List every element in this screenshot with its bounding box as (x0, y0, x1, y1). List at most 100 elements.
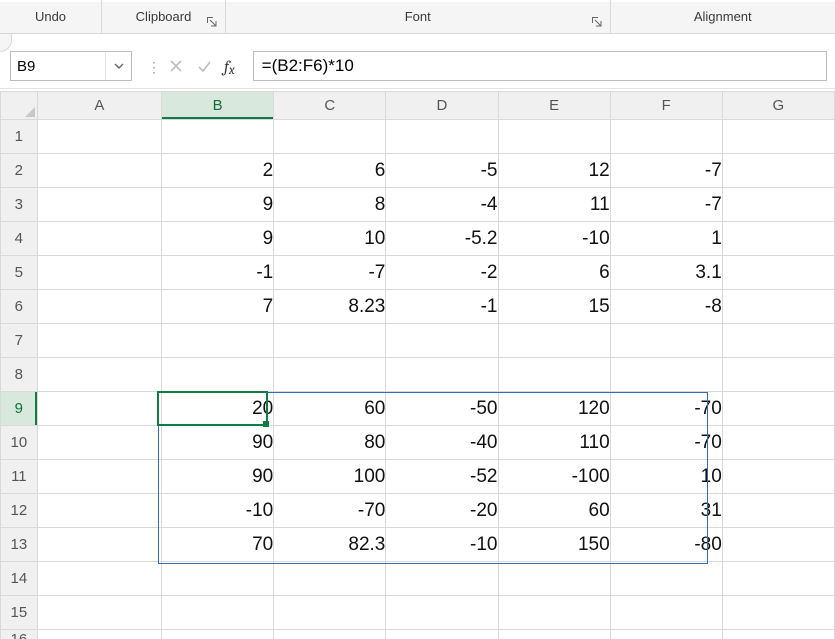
row-header-14[interactable]: 14 (1, 562, 38, 596)
name-box-input[interactable] (11, 58, 91, 75)
dialog-launcher-icon[interactable] (205, 15, 219, 29)
cell-G8[interactable] (722, 358, 834, 392)
cell-C6[interactable]: 8.23 (274, 290, 386, 324)
cell-C10[interactable]: 80 (274, 426, 386, 460)
cell-F14[interactable] (610, 562, 722, 596)
cell-C11[interactable]: 100 (274, 460, 386, 494)
cell-G13[interactable] (722, 528, 834, 562)
cell-F1[interactable] (610, 120, 722, 154)
cell-G14[interactable] (722, 562, 834, 596)
cell-E1[interactable] (498, 120, 610, 154)
dialog-launcher-icon[interactable] (590, 15, 604, 29)
cell-D4[interactable]: -5.2 (386, 222, 498, 256)
cell-C2[interactable]: 6 (274, 154, 386, 188)
cell-E13[interactable]: 150 (498, 528, 610, 562)
cell-G4[interactable] (722, 222, 834, 256)
row-header-11[interactable]: 11 (1, 460, 38, 494)
cell-A10[interactable] (37, 426, 161, 460)
cell-D15[interactable] (386, 596, 498, 630)
cell-G15[interactable] (722, 596, 834, 630)
cell-D8[interactable] (386, 358, 498, 392)
cell-G2[interactable] (722, 154, 834, 188)
cell-G5[interactable] (722, 256, 834, 290)
cell-E2[interactable]: 12 (498, 154, 610, 188)
cell-D12[interactable]: -20 (386, 494, 498, 528)
cell-B16[interactable] (162, 630, 274, 639)
cell-A16[interactable] (37, 630, 161, 639)
col-header-G[interactable]: G (722, 92, 834, 120)
cell-C7[interactable] (274, 324, 386, 358)
vertical-dots-icon[interactable]: ⋮ (146, 51, 162, 84)
cell-A9[interactable] (37, 392, 161, 426)
cell-C16[interactable] (274, 630, 386, 639)
cell-G9[interactable] (722, 392, 834, 426)
cell-D10[interactable]: -40 (386, 426, 498, 460)
enter-icon[interactable] (196, 58, 212, 77)
cell-D16[interactable] (386, 630, 498, 639)
cell-A3[interactable] (37, 188, 161, 222)
cell-A7[interactable] (37, 324, 161, 358)
col-header-C[interactable]: C (274, 92, 386, 120)
cell-C13[interactable]: 82.3 (274, 528, 386, 562)
cell-E3[interactable]: 11 (498, 188, 610, 222)
cell-E14[interactable] (498, 562, 610, 596)
cell-G7[interactable] (722, 324, 834, 358)
cell-B7[interactable] (162, 324, 274, 358)
cell-F9[interactable]: -70 (610, 392, 722, 426)
cell-F7[interactable] (610, 324, 722, 358)
row-header-13[interactable]: 13 (1, 528, 38, 562)
cell-F12[interactable]: 31 (610, 494, 722, 528)
cell-B5[interactable]: -1 (162, 256, 274, 290)
cell-G16[interactable] (722, 630, 834, 639)
cell-E9[interactable]: 120 (498, 392, 610, 426)
cell-B2[interactable]: 2 (162, 154, 274, 188)
cell-C8[interactable] (274, 358, 386, 392)
cell-E6[interactable]: 15 (498, 290, 610, 324)
cell-C9[interactable]: 60 (274, 392, 386, 426)
row-header-16[interactable]: 16 (1, 630, 38, 639)
select-all-corner[interactable] (1, 92, 38, 120)
row-header-5[interactable]: 5 (1, 256, 38, 290)
col-header-F[interactable]: F (610, 92, 722, 120)
row-header-15[interactable]: 15 (1, 596, 38, 630)
cell-E16[interactable] (498, 630, 610, 639)
cell-C1[interactable] (274, 120, 386, 154)
cell-C15[interactable] (274, 596, 386, 630)
row-header-12[interactable]: 12 (1, 494, 38, 528)
row-header-10[interactable]: 10 (1, 426, 38, 460)
cell-A13[interactable] (37, 528, 161, 562)
cell-B9[interactable]: 20 (162, 392, 274, 426)
cell-A12[interactable] (37, 494, 161, 528)
cell-E7[interactable] (498, 324, 610, 358)
cell-F8[interactable] (610, 358, 722, 392)
col-header-D[interactable]: D (386, 92, 498, 120)
formula-input-container[interactable] (253, 51, 827, 81)
cell-B10[interactable]: 90 (162, 426, 274, 460)
cell-D1[interactable] (386, 120, 498, 154)
row-header-7[interactable]: 7 (1, 324, 38, 358)
cell-G6[interactable] (722, 290, 834, 324)
cell-D6[interactable]: -1 (386, 290, 498, 324)
cell-E4[interactable]: -10 (498, 222, 610, 256)
cell-F15[interactable] (610, 596, 722, 630)
cell-E8[interactable] (498, 358, 610, 392)
cell-F5[interactable]: 3.1 (610, 256, 722, 290)
cell-A8[interactable] (37, 358, 161, 392)
cell-G12[interactable] (722, 494, 834, 528)
cell-B4[interactable]: 9 (162, 222, 274, 256)
row-header-2[interactable]: 2 (1, 154, 38, 188)
col-header-E[interactable]: E (498, 92, 610, 120)
cell-F3[interactable]: -7 (610, 188, 722, 222)
cell-C5[interactable]: -7 (274, 256, 386, 290)
cell-B11[interactable]: 90 (162, 460, 274, 494)
col-header-B[interactable]: B (162, 92, 274, 120)
cell-E15[interactable] (498, 596, 610, 630)
cell-B15[interactable] (162, 596, 274, 630)
cell-F4[interactable]: 1 (610, 222, 722, 256)
cell-E11[interactable]: -100 (498, 460, 610, 494)
fx-icon[interactable]: fx (224, 58, 235, 77)
cell-A5[interactable] (37, 256, 161, 290)
row-header-9[interactable]: 9 (1, 392, 38, 426)
cell-F13[interactable]: -80 (610, 528, 722, 562)
cell-B13[interactable]: 70 (162, 528, 274, 562)
